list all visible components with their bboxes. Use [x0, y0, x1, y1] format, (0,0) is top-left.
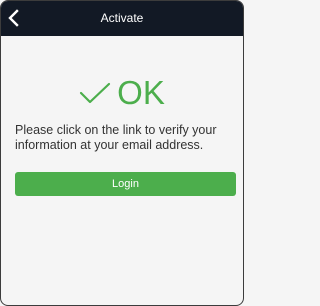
- status-indicator: OK: [1, 73, 243, 113]
- app-window: Activate OK Please click on the link to …: [0, 0, 244, 306]
- verification-message: Please click on the link to verify your …: [15, 123, 217, 152]
- status-text: OK: [117, 74, 165, 111]
- page-title: Activate: [100, 11, 144, 25]
- title-bar: Activate: [1, 1, 243, 36]
- checkmark-icon: [80, 82, 111, 104]
- login-button[interactable]: Login: [15, 172, 236, 196]
